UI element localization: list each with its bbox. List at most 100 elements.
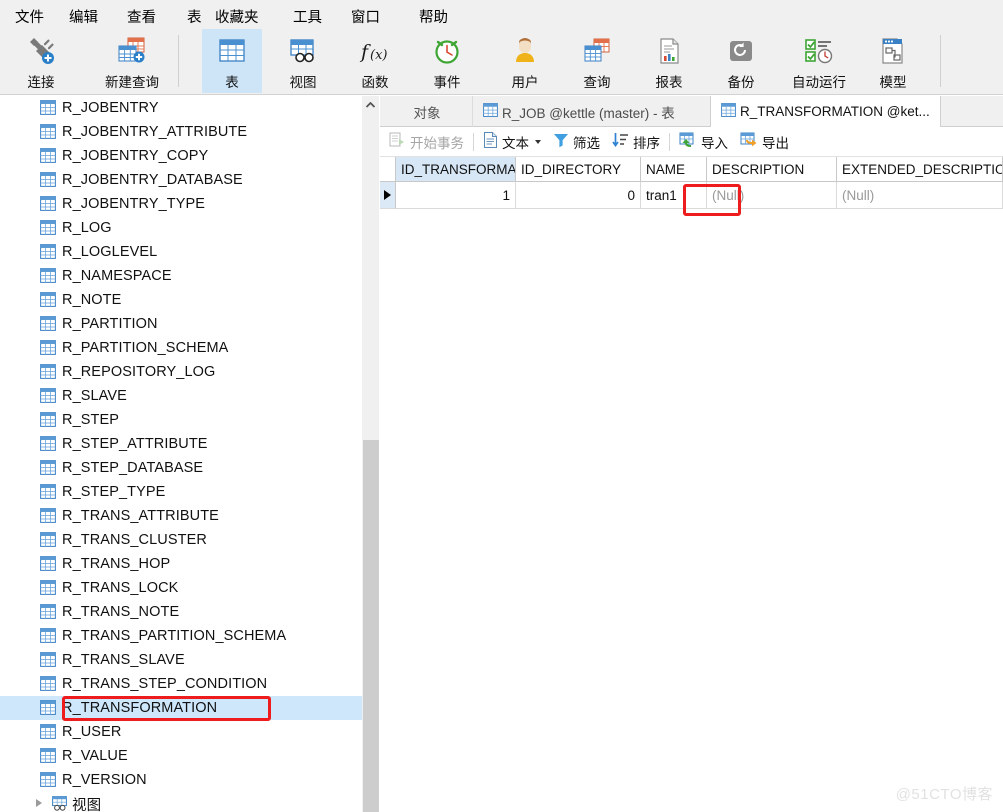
navicat-window: 文件 编辑 查看 表 收藏夹 工具 窗口 帮助 连接 新建查询 表 视图 f (… <box>0 0 1003 812</box>
tree-item-label: R_STEP_TYPE <box>62 484 166 500</box>
cell-extended-description[interactable]: (Null) <box>837 182 1003 209</box>
table-icon <box>483 103 498 120</box>
report-icon <box>655 34 683 68</box>
grid-header-description[interactable]: DESCRIPTION <box>707 157 837 182</box>
table-icon <box>40 172 56 190</box>
toolbar-button-automation[interactable]: 自动运行 <box>778 29 860 93</box>
toolbar-button-connection-label: 连接 <box>27 75 55 90</box>
table-row[interactable]: 1 0 tran1 (Null) (Null) <box>380 182 1003 209</box>
toolbar-button-new-query-label: 新建查询 <box>105 75 159 90</box>
table-icon <box>40 556 56 574</box>
grid-header-extended-description[interactable]: EXTENDED_DESCRIPTION <box>837 157 1003 182</box>
data-grid[interactable]: ID_TRANSFORMATION ID_DIRECTORY NAME DESC… <box>380 157 1003 812</box>
toolbar-button-connection[interactable]: 连接 <box>12 29 70 93</box>
tree-item-label: R_PARTITION_SCHEMA <box>62 340 229 356</box>
tree-item-r-version[interactable]: R_VERSION <box>0 768 362 792</box>
menu-item-table[interactable]: 表 <box>182 4 207 29</box>
toolbar-button-new-query[interactable]: 新建查询 <box>88 29 176 93</box>
menu-item-edit[interactable]: 编辑 <box>62 4 105 29</box>
menu-item-window[interactable]: 窗口 <box>344 4 387 29</box>
cell-id-transformation[interactable]: 1 <box>396 182 516 209</box>
tree-item-r-transformation[interactable]: R_TRANSFORMATION <box>0 696 362 720</box>
tree-item-r-note[interactable]: R_NOTE <box>0 288 362 312</box>
tree-item-r-trans-slave[interactable]: R_TRANS_SLAVE <box>0 648 362 672</box>
toolbar-button-table[interactable]: 表 <box>202 29 262 93</box>
toolbar-button-model[interactable]: 模型 <box>862 29 924 93</box>
cell-id-directory[interactable]: 0 <box>516 182 641 209</box>
table-icon <box>40 100 56 118</box>
tree-item-label: R_TRANS_HOP <box>62 556 171 572</box>
menu-item-tools[interactable]: 工具 <box>286 4 329 29</box>
object-tree-sidebar[interactable]: R_JOBENTRY R_JOBENTRY_ATTRIBUTE R_JOBENT… <box>0 96 362 812</box>
menu-item-favorites[interactable]: 收藏夹 <box>208 4 266 29</box>
toolbar-button-view[interactable]: 视图 <box>272 29 334 93</box>
sidebar-scrollbar-thumb[interactable] <box>363 440 379 812</box>
tab-r-job[interactable]: R_JOB @kettle (master) - 表 <box>472 96 685 127</box>
backup-icon <box>726 34 756 68</box>
tree-item-r-trans-step-condition[interactable]: R_TRANS_STEP_CONDITION <box>0 672 362 696</box>
menu-item-view[interactable]: 查看 <box>120 4 163 29</box>
tree-item-r-partition[interactable]: R_PARTITION <box>0 312 362 336</box>
tree-item-r-trans-note[interactable]: R_TRANS_NOTE <box>0 600 362 624</box>
toolbar-button-query[interactable]: 查询 <box>566 29 628 93</box>
table-icon <box>40 724 56 742</box>
tab-r-transformation[interactable]: R_TRANSFORMATION @ket... <box>710 96 941 128</box>
tree-item-label: R_TRANS_SLAVE <box>62 652 185 668</box>
tree-item-r-namespace[interactable]: R_NAMESPACE <box>0 264 362 288</box>
toolbar-button-function[interactable]: f (x) 函数 <box>344 29 406 93</box>
filter-button[interactable]: 筛选 <box>547 127 606 157</box>
tab-objects[interactable]: 对象 <box>388 96 466 127</box>
tree-item-r-value[interactable]: R_VALUE <box>0 744 362 768</box>
table-icon <box>40 436 56 454</box>
tree-item-r-jobentry[interactable]: R_JOBENTRY <box>0 96 362 120</box>
export-button[interactable]: 导出 <box>734 127 795 157</box>
grid-header-id-directory[interactable]: ID_DIRECTORY <box>516 157 641 182</box>
tree-item-label: R_JOBENTRY_DATABASE <box>62 172 243 188</box>
begin-transaction-button[interactable]: 开始事务 <box>383 127 470 157</box>
tree-item-r-trans-partition-schema[interactable]: R_TRANS_PARTITION_SCHEMA <box>0 624 362 648</box>
toolbar-button-user[interactable]: 用户 <box>494 29 556 93</box>
editor-pane: 对象 R_JOB @kettle (master) - 表 R_TRANSFOR… <box>380 96 1003 812</box>
toolbar-button-backup[interactable]: 备份 <box>710 29 772 93</box>
tree-item-r-log[interactable]: R_LOG <box>0 216 362 240</box>
import-button[interactable]: 导入 <box>673 127 734 157</box>
tree-item-r-trans-cluster[interactable]: R_TRANS_CLUSTER <box>0 528 362 552</box>
table-icon <box>40 340 56 358</box>
sidebar-scrollbar[interactable] <box>362 96 379 812</box>
connection-plug-icon <box>25 34 57 68</box>
tree-item-r-user[interactable]: R_USER <box>0 720 362 744</box>
tree-item-r-repository-log[interactable]: R_REPOSITORY_LOG <box>0 360 362 384</box>
tree-item-r-jobentry-database[interactable]: R_JOBENTRY_DATABASE <box>0 168 362 192</box>
tree-item-r-partition-schema[interactable]: R_PARTITION_SCHEMA <box>0 336 362 360</box>
table-icon <box>40 316 56 334</box>
tree-item-r-step-database[interactable]: R_STEP_DATABASE <box>0 456 362 480</box>
tree-item-r-trans-lock[interactable]: R_TRANS_LOCK <box>0 576 362 600</box>
tree-item-r-trans-hop[interactable]: R_TRANS_HOP <box>0 552 362 576</box>
tree-item-r-step-attribute[interactable]: R_STEP_ATTRIBUTE <box>0 432 362 456</box>
export-icon <box>740 132 758 151</box>
scroll-up-chevron-up-icon[interactable] <box>362 96 379 113</box>
chevron-down-icon[interactable] <box>535 139 541 144</box>
tree-item-r-trans-attribute[interactable]: R_TRANS_ATTRIBUTE <box>0 504 362 528</box>
tree-item-r-jobentry-copy[interactable]: R_JOBENTRY_COPY <box>0 144 362 168</box>
table-icon <box>40 244 56 262</box>
chevron-right-icon[interactable] <box>36 799 42 807</box>
sort-button[interactable]: 排序 <box>606 127 666 157</box>
tree-item-views-folder[interactable]: 视图 <box>0 792 362 812</box>
grid-header-id-transformation[interactable]: ID_TRANSFORMATION <box>396 157 516 182</box>
cell-description[interactable]: (Null) <box>707 182 837 209</box>
toolbar-button-report[interactable]: 报表 <box>638 29 700 93</box>
toolbar-button-event[interactable]: 事件 <box>416 29 478 93</box>
menu-item-help[interactable]: 帮助 <box>412 4 455 29</box>
tree-item-r-step[interactable]: R_STEP <box>0 408 362 432</box>
tree-item-r-step-type[interactable]: R_STEP_TYPE <box>0 480 362 504</box>
text-button[interactable]: 文本 <box>477 127 547 157</box>
tree-item-label: R_USER <box>62 724 122 740</box>
tree-item-r-slave[interactable]: R_SLAVE <box>0 384 362 408</box>
tree-item-r-jobentry-type[interactable]: R_JOBENTRY_TYPE <box>0 192 362 216</box>
tree-item-r-loglevel[interactable]: R_LOGLEVEL <box>0 240 362 264</box>
cell-name[interactable]: tran1 <box>641 182 707 209</box>
tree-item-r-jobentry-attribute[interactable]: R_JOBENTRY_ATTRIBUTE <box>0 120 362 144</box>
grid-header-name[interactable]: NAME <box>641 157 707 182</box>
menu-item-file[interactable]: 文件 <box>8 4 51 29</box>
